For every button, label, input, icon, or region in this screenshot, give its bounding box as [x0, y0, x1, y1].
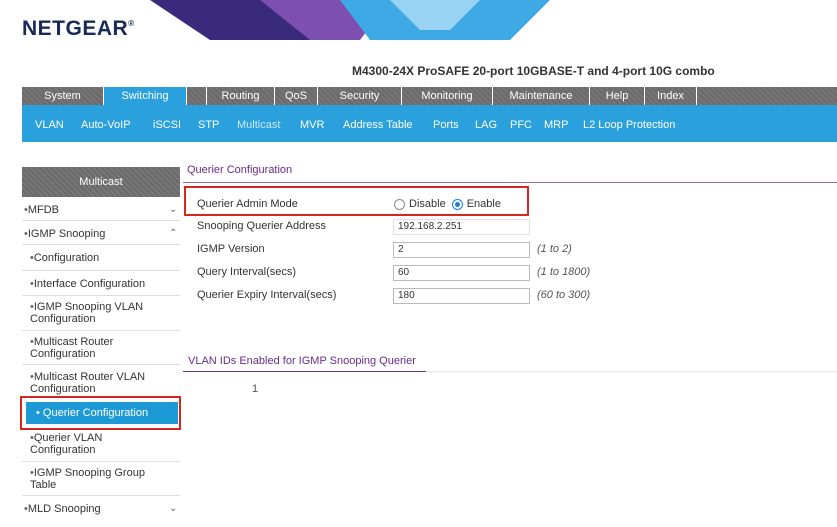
snooping-querier-address-label: Snooping Querier Address — [197, 220, 327, 232]
sidebar-header: Multicast — [22, 167, 180, 197]
snooping-querier-address-field: 192.168.2.251 — [393, 219, 530, 235]
subnav-multicast[interactable]: Multicast — [237, 119, 280, 131]
tab-routing[interactable]: Routing — [207, 87, 275, 105]
sidebar-highlight-box — [20, 396, 181, 430]
chevron-down-icon: ⌄ — [169, 503, 178, 514]
sidebar-item-mld-snooping[interactable]: •MLD Snooping ⌄ — [24, 503, 184, 515]
tab-security[interactable]: Security — [318, 87, 402, 105]
subnav-address-table[interactable]: Address Table — [343, 119, 413, 131]
section-divider — [183, 182, 837, 183]
tab-switching[interactable]: Switching — [104, 87, 187, 105]
main-navigation: System Switching Routing QoS Security Mo… — [22, 87, 837, 105]
chevron-up-icon: ⌃ — [169, 228, 178, 239]
query-interval-label: Query Interval(secs) — [197, 266, 297, 278]
device-model-title: M4300-24X ProSAFE 20-port 10GBASE-T and … — [352, 64, 715, 78]
sidebar-item-igmp-snooping[interactable]: •IGMP Snooping ⌃ — [24, 228, 184, 240]
subnav-ports[interactable]: Ports — [433, 119, 459, 131]
subnav-auto-voip[interactable]: Auto-VoIP — [81, 119, 131, 131]
sidebar-item-interface-configuration[interactable]: •Interface Configuration — [30, 278, 145, 290]
tab-divider — [187, 87, 207, 105]
tab-help[interactable]: Help — [590, 87, 645, 105]
subnav-mrp[interactable]: MRP — [544, 119, 568, 131]
section-title: Querier Configuration — [187, 164, 293, 176]
vlan-section-divider — [183, 371, 426, 372]
sidebar: Multicast — [22, 167, 180, 197]
sidebar-item-querier-vlan-configuration[interactable]: •Querier VLAN Configuration — [30, 432, 160, 456]
subnav-stp[interactable]: STP — [198, 119, 219, 131]
subnav-iscsi[interactable]: iSCSI — [153, 119, 181, 131]
tab-filler — [697, 87, 837, 105]
subnav-l2-loop-protection[interactable]: L2 Loop Protection — [583, 119, 675, 131]
querier-expiry-interval-label: Querier Expiry Interval(secs) — [197, 289, 337, 301]
querier-expiry-interval-input[interactable]: 180 — [393, 288, 530, 304]
igmp-version-label: IGMP Version — [197, 243, 265, 255]
tab-monitoring[interactable]: Monitoring — [402, 87, 493, 105]
chevron-down-icon: ⌄ — [169, 204, 178, 215]
tab-index[interactable]: Index — [645, 87, 697, 105]
vlan-section-divider-right — [426, 371, 837, 372]
sidebar-item-configuration[interactable]: •Configuration — [30, 252, 99, 264]
igmp-version-input[interactable]: 2 — [393, 242, 530, 258]
sub-navigation: VLAN Auto-VoIP iSCSI STP Multicast MVR A… — [22, 105, 837, 142]
tab-system[interactable]: System — [22, 87, 104, 105]
sidebar-item-igmp-snooping-vlan-configuration[interactable]: •IGMP Snooping VLAN Configuration — [30, 301, 170, 325]
vlan-id-item: 1 — [252, 383, 259, 395]
subnav-lag[interactable]: LAG — [475, 119, 497, 131]
querier-expiry-interval-range: (60 to 300) — [537, 289, 591, 301]
query-interval-input[interactable]: 60 — [393, 265, 530, 281]
sidebar-item-igmp-snooping-group-table[interactable]: •IGMP Snooping Group Table — [30, 467, 170, 491]
sidebar-item-multicast-router-vlan-configuration[interactable]: •Multicast Router VLAN Configuration — [30, 371, 170, 395]
subnav-mvr[interactable]: MVR — [300, 119, 324, 131]
sidebar-item-mfdb[interactable]: •MFDB ⌄ — [24, 204, 184, 216]
subnav-pfc[interactable]: PFC — [510, 119, 532, 131]
header-banner-graphic — [150, 0, 550, 40]
netgear-logo[interactable]: NETGEAR® — [22, 17, 135, 41]
vlan-section-title: VLAN IDs Enabled for IGMP Snooping Queri… — [188, 355, 416, 367]
query-interval-range: (1 to 1800) — [537, 266, 591, 278]
admin-mode-highlight-box — [184, 186, 529, 216]
tab-qos[interactable]: QoS — [275, 87, 318, 105]
subnav-vlan[interactable]: VLAN — [35, 119, 64, 131]
igmp-version-range: (1 to 2) — [537, 243, 572, 255]
tab-maintenance[interactable]: Maintenance — [493, 87, 590, 105]
sidebar-item-multicast-router-configuration[interactable]: •Multicast Router Configuration — [30, 336, 160, 360]
